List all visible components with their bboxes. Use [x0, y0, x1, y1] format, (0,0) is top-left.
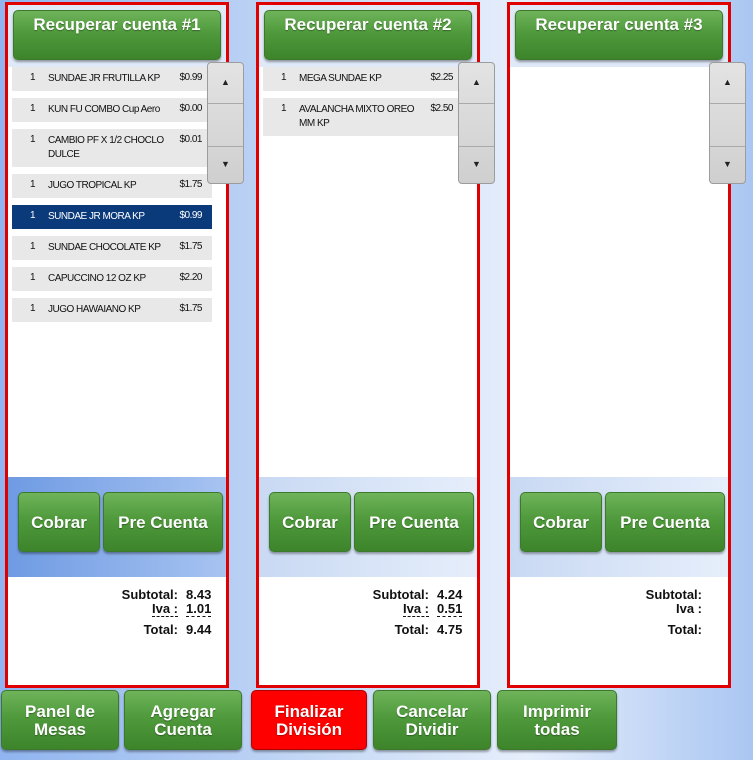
item-qty: 1 — [30, 103, 36, 114]
list-item[interactable]: 1 CAMBIO PF X 1/2 CHOCLO DULCE $0.01 — [12, 129, 212, 167]
recover-account-2-button[interactable]: Recuperar cuenta #2 — [264, 10, 472, 60]
scroll-track[interactable] — [459, 103, 494, 147]
cobrar-button[interactable]: Cobrar — [520, 492, 602, 552]
list-item[interactable]: 1 SUNDAE JR FRUTILLA KP $0.99 — [12, 67, 212, 91]
item-price: $2.25 — [430, 72, 453, 83]
subtotal-label: Subtotal: — [372, 587, 429, 602]
total-row: Total: — [510, 622, 728, 638]
item-list-1: 1 SUNDAE JR FRUTILLA KP $0.99 1 KUN FU COMB… — [12, 67, 212, 329]
total-label: Total: — [394, 622, 429, 637]
list-item[interactable]: 1 CAPUCCINO 12 OZ KP $2.20 — [12, 267, 212, 291]
scroll-track[interactable] — [710, 103, 745, 147]
pre-cuenta-button[interactable]: Pre Cuenta — [605, 492, 725, 552]
subtotal-value: 4.24 — [437, 587, 463, 602]
iva-label: Iva : — [675, 601, 702, 616]
list-item[interactable]: 1 JUGO TROPICAL KP $1.75 — [12, 174, 212, 198]
iva-row: Iva : — [510, 601, 728, 617]
list-item[interactable]: 1 KUN FU COMBO Cup Aero $0.00 — [12, 98, 212, 122]
total-label: Total: — [143, 622, 178, 637]
list-item[interactable]: 1 AVALANCHA MIXTO OREO MM KP $2.50 — [263, 98, 463, 136]
list-item[interactable]: 1 SUNDAE CHOCOLATE KP $1.75 — [12, 236, 212, 260]
finalizar-division-button[interactable]: Finalizar División — [251, 690, 367, 750]
item-price: $2.50 — [430, 103, 453, 114]
item-qty: 1 — [30, 272, 36, 283]
item-price: $1.75 — [179, 241, 202, 252]
item-price: $0.99 — [179, 72, 202, 83]
item-qty: 1 — [30, 72, 36, 83]
total-value: 4.75 — [437, 622, 463, 637]
action-band: Cobrar Pre Cuenta — [8, 477, 226, 577]
total-row: Total: 4.75 — [259, 622, 477, 638]
subtotal-label: Subtotal: — [645, 587, 702, 602]
account-panel-1: Recuperar cuenta #1 1 SUNDAE JR FRUTILLA … — [5, 2, 229, 688]
item-price: $1.75 — [179, 303, 202, 314]
triangle-down-icon[interactable]: ▼ — [208, 159, 243, 169]
action-band: Cobrar Pre Cuenta — [510, 477, 728, 577]
triangle-down-icon[interactable]: ▼ — [459, 159, 494, 169]
list-item[interactable]: 1 MEGA SUNDAE KP $2.25 — [263, 67, 463, 91]
item-price: $0.99 — [179, 210, 202, 221]
item-price: $1.75 — [179, 179, 202, 190]
cobrar-button[interactable]: Cobrar — [18, 492, 100, 552]
scroll-track[interactable] — [208, 103, 243, 147]
pre-cuenta-button[interactable]: Pre Cuenta — [354, 492, 474, 552]
pre-cuenta-button[interactable]: Pre Cuenta — [103, 492, 223, 552]
panel-de-mesas-button[interactable]: Panel de Mesas — [1, 690, 119, 750]
item-price: $0.01 — [179, 134, 202, 145]
item-qty: 1 — [30, 303, 36, 314]
cancelar-dividir-button[interactable]: Cancelar Dividir — [373, 690, 491, 750]
imprimir-todas-button[interactable]: Imprimir todas — [497, 690, 617, 750]
item-qty: 1 — [30, 179, 36, 190]
item-price: $0.00 — [179, 103, 202, 114]
item-qty: 1 — [30, 241, 36, 252]
account-panel-2: Recuperar cuenta #2 1 MEGA SUNDAE KP $2.25… — [256, 2, 480, 688]
subtotal-value: 8.43 — [186, 587, 212, 602]
cobrar-button[interactable]: Cobrar — [269, 492, 351, 552]
triangle-up-icon[interactable]: ▲ — [710, 77, 745, 87]
iva-row: Iva : 0.51 — [259, 601, 477, 617]
scroll-control-3[interactable]: ▲ ▼ — [709, 62, 746, 184]
recover-account-1-button[interactable]: Recuperar cuenta #1 — [13, 10, 221, 60]
list-item-selected[interactable]: 1 SUNDAE JR MORA KP $0.99 — [12, 205, 212, 229]
item-qty: 1 — [30, 210, 36, 221]
iva-label: Iva : — [151, 601, 178, 617]
iva-value: 0.51 — [437, 601, 463, 617]
recover-account-3-button[interactable]: Recuperar cuenta #3 — [515, 10, 723, 60]
triangle-up-icon[interactable]: ▲ — [459, 77, 494, 87]
agregar-cuenta-button[interactable]: Agregar Cuenta — [124, 690, 242, 750]
scroll-control-1[interactable]: ▲ ▼ — [207, 62, 244, 184]
scroll-control-2[interactable]: ▲ ▼ — [458, 62, 495, 184]
item-price: $2.20 — [179, 272, 202, 283]
iva-label: Iva : — [402, 601, 429, 617]
list-item[interactable]: 1 JUGO HAWAIANO KP $1.75 — [12, 298, 212, 322]
total-label: Total: — [667, 622, 702, 637]
item-qty: 1 — [30, 134, 36, 145]
item-list-2: 1 MEGA SUNDAE KP $2.25 1 AVALANCHA MIXTO OR… — [263, 67, 463, 143]
account-panel-3: Recuperar cuenta #3 Cobrar Pre Cuenta Su… — [507, 2, 731, 688]
item-qty: 1 — [281, 103, 287, 114]
item-qty: 1 — [281, 72, 287, 83]
subtotal-label: Subtotal: — [121, 587, 178, 602]
total-value: 9.44 — [186, 622, 212, 637]
triangle-down-icon[interactable]: ▼ — [710, 159, 745, 169]
action-band: Cobrar Pre Cuenta — [259, 477, 477, 577]
iva-row: Iva : 1.01 — [8, 601, 226, 617]
triangle-up-icon[interactable]: ▲ — [208, 77, 243, 87]
iva-value: 1.01 — [186, 601, 212, 617]
total-row: Total: 9.44 — [8, 622, 226, 638]
